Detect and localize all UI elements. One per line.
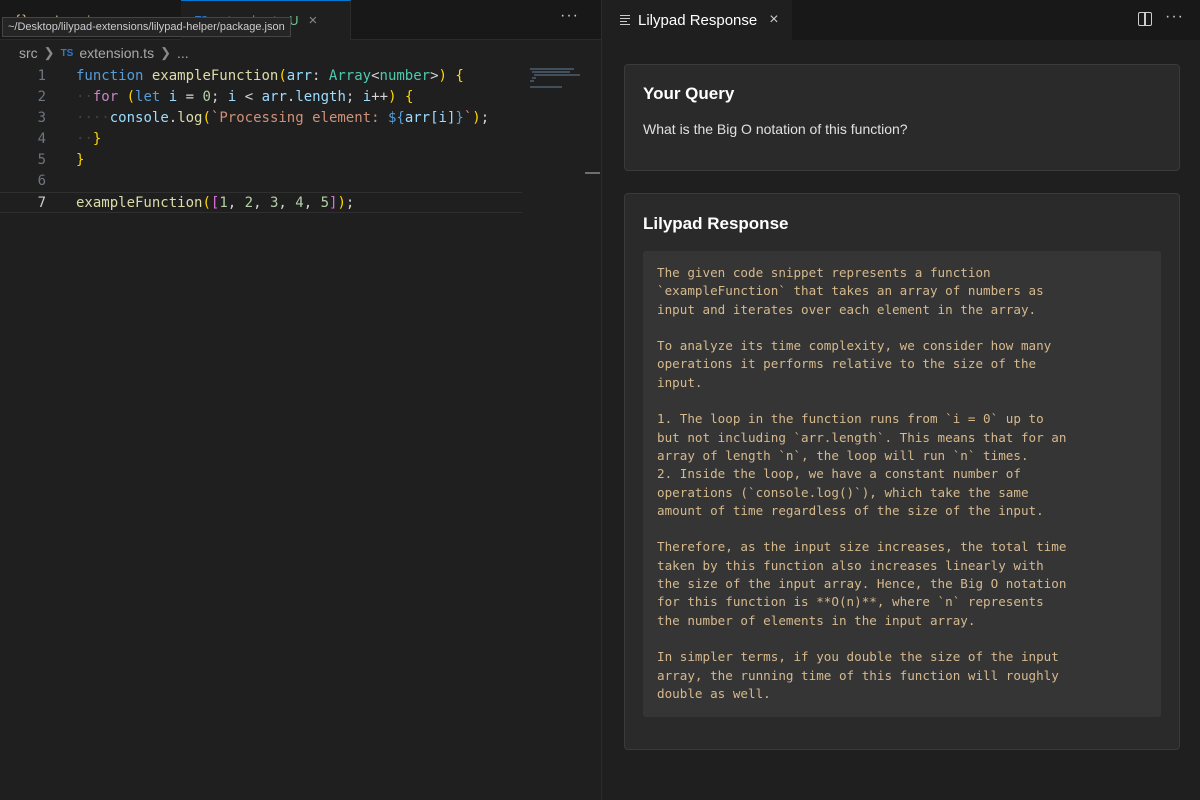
line-number: 2 [37,89,46,105]
line-number: 1 [37,68,46,84]
code-line[interactable]: 7 exampleFunction([1, 2, 3, 4, 5]); [0,192,522,213]
code-line[interactable]: 4 ··} [0,129,522,150]
line-number: 4 [37,131,46,147]
code-line[interactable]: 3 ····console.log(`Processing element: ${… [0,108,522,129]
line-content: exampleFunction([1, 2, 3, 4, 5]); [76,195,355,211]
split-editor-icon[interactable] [1138,12,1152,26]
breadcrumb: src ❯ TS extension.ts ❯ ... [0,41,189,65]
breadcrumb-folder[interactable]: src [19,45,38,61]
tab-lilypad-response[interactable]: Lilypad Response × [602,0,792,40]
close-icon[interactable]: × [769,11,778,29]
line-number: 5 [37,152,46,168]
breadcrumb-symbols[interactable]: ... [177,45,189,61]
line-content: ····console.log(`Processing element: ${a… [76,110,490,126]
line-number: 7 [37,195,46,211]
tab-label: Lilypad Response [638,11,758,29]
code-line[interactable]: 6 [0,171,522,192]
more-actions-icon[interactable]: ··· [560,7,579,25]
close-icon[interactable]: × [309,12,318,29]
query-text: What is the Big O notation of this funct… [643,121,908,137]
overview-ruler-cursor [585,172,600,174]
line-content: function exampleFunction(arr: Array<numb… [76,68,464,84]
code-line[interactable]: 5} [0,150,522,171]
panel-tab-bar: Lilypad Response × ··· [602,0,1200,40]
line-content: ··} [76,131,102,147]
query-card: Your Query What is the Big O notation of… [624,64,1180,171]
code-area[interactable]: 1 function exampleFunction(arr: Array<num… [0,66,522,213]
line-number: 6 [37,173,46,189]
response-title: Lilypad Response [643,214,789,233]
preview-icon [620,13,630,27]
minimap[interactable] [522,66,600,800]
query-title: Your Query [643,84,735,103]
file-path-tooltip: ~/Desktop/lilypad-extensions/lilypad-hel… [2,17,291,37]
line-content: } [76,152,85,168]
more-actions-icon[interactable]: ··· [1165,8,1184,26]
code-editor[interactable]: {} package.json TS extension.ts U × ··· … [0,0,601,800]
code-line[interactable]: 1 function exampleFunction(arr: Array<num… [0,66,522,87]
response-card: Lilypad Response The given code snippet … [624,193,1180,750]
chevron-right-icon: ❯ [160,45,171,60]
chevron-right-icon: ❯ [43,45,55,60]
response-body: The given code snippet represents a func… [643,251,1161,717]
lilypad-response-panel: Lilypad Response × ··· Your Query What i… [602,0,1200,800]
code-line[interactable]: 2 ··for (let i = 0; i < arr.length; i++) … [0,87,522,108]
typescript-file-icon: TS [60,47,74,59]
line-number: 3 [37,110,46,126]
line-content: ··for (let i = 0; i < arr.length; i++) { [76,89,414,105]
breadcrumb-file[interactable]: extension.ts [79,45,154,61]
